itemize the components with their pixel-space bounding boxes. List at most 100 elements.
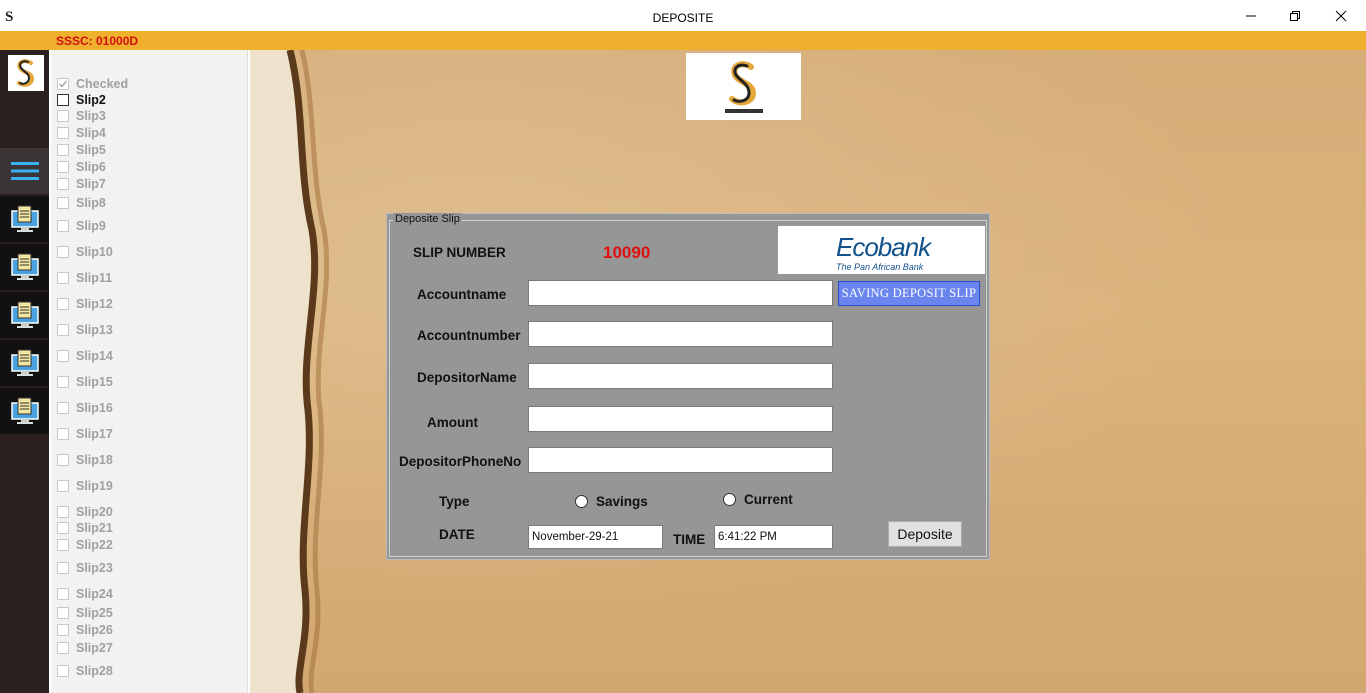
accountnumber-input[interactable] xyxy=(528,321,833,347)
slip-item[interactable]: Slip13 xyxy=(57,322,113,338)
slip-checkbox[interactable] xyxy=(57,127,69,139)
slip-checkbox[interactable] xyxy=(57,624,69,636)
slip-item[interactable]: Slip6 xyxy=(57,159,106,175)
nav-button-2[interactable] xyxy=(0,244,49,290)
slip-checkbox[interactable] xyxy=(57,272,69,284)
slip-checkbox[interactable] xyxy=(57,220,69,232)
amount-input[interactable] xyxy=(528,406,833,432)
slip-checkbox[interactable] xyxy=(57,665,69,677)
slip-item[interactable]: Slip19 xyxy=(57,478,113,494)
slip-item[interactable]: Slip3 xyxy=(57,108,106,124)
minimize-button[interactable] xyxy=(1228,0,1274,31)
slip-item[interactable]: Slip27 xyxy=(57,640,113,656)
nav-button-3[interactable] xyxy=(0,292,49,338)
slip-checkbox[interactable] xyxy=(57,178,69,190)
slip-item[interactable]: Slip23 xyxy=(57,560,113,576)
slip-checkbox[interactable] xyxy=(57,480,69,492)
slip-item[interactable]: Slip18 xyxy=(57,452,113,468)
slip-label: Slip25 xyxy=(76,606,113,620)
type-label: Type xyxy=(439,494,470,509)
computer-document-icon xyxy=(10,349,39,376)
slip-item[interactable]: Slip26 xyxy=(57,622,113,638)
slip-item[interactable]: Slip17 xyxy=(57,426,113,442)
slip-item[interactable]: Slip24 xyxy=(57,586,113,602)
slip-checkbox[interactable] xyxy=(57,607,69,619)
checkbox-checked[interactable] xyxy=(57,78,69,90)
menu-button[interactable] xyxy=(0,148,49,194)
slip-checkbox[interactable] xyxy=(57,350,69,362)
slip-checkbox[interactable] xyxy=(57,402,69,414)
slip-label: Slip18 xyxy=(76,453,113,467)
phone-label: DepositorPhoneNo xyxy=(399,454,522,469)
depositorname-input[interactable] xyxy=(528,363,833,389)
slip-item[interactable]: Slip21 xyxy=(57,520,113,536)
radio-circle[interactable] xyxy=(575,495,588,508)
slip-item[interactable]: Slip9 xyxy=(57,218,106,234)
close-button[interactable] xyxy=(1318,0,1364,31)
slip-checkbox[interactable] xyxy=(57,144,69,156)
slip-label: Slip26 xyxy=(76,623,113,637)
slip-checkbox[interactable] xyxy=(57,642,69,654)
slip-item[interactable]: Slip5 xyxy=(57,142,106,158)
accountnumber-label: Accountnumber xyxy=(417,328,521,343)
nav-button-4[interactable] xyxy=(0,340,49,386)
slip-item[interactable]: Slip20 xyxy=(57,504,113,520)
slip-checkbox[interactable] xyxy=(57,94,69,106)
slip-checkbox[interactable] xyxy=(57,376,69,388)
slip-label: Slip21 xyxy=(76,521,113,535)
saving-deposit-slip-button[interactable]: SAVING DEPOSIT SLIP xyxy=(838,281,980,306)
slip-label: Slip9 xyxy=(76,219,106,233)
slip-number-value: 10090 xyxy=(603,243,651,262)
slip-item[interactable]: Slip7 xyxy=(57,176,106,192)
slip-checkbox[interactable] xyxy=(57,110,69,122)
slip-item[interactable]: Slip11 xyxy=(57,270,112,286)
time-field[interactable] xyxy=(714,525,833,549)
depositorname-label: DepositorName xyxy=(417,370,517,385)
slip-checkbox[interactable] xyxy=(57,197,69,209)
slip-item[interactable]: Slip8 xyxy=(57,195,106,211)
nav-button-1[interactable] xyxy=(0,196,49,242)
slip-checkbox[interactable] xyxy=(57,161,69,173)
slip-checkbox[interactable] xyxy=(57,298,69,310)
slip-checkbox[interactable] xyxy=(57,506,69,518)
date-label: DATE xyxy=(439,527,475,542)
radio-circle[interactable] xyxy=(723,493,736,506)
slip-checkbox[interactable] xyxy=(57,428,69,440)
slip-checkbox[interactable] xyxy=(57,454,69,466)
brand-logo-icon xyxy=(17,59,35,87)
radio-savings[interactable]: Savings xyxy=(575,494,648,509)
slip-label: Slip2 xyxy=(76,93,106,107)
brand-logo-icon xyxy=(724,60,763,113)
phone-input[interactable] xyxy=(528,447,833,473)
slip-item[interactable]: Slip28 xyxy=(57,663,113,679)
slip-checkbox[interactable] xyxy=(57,324,69,336)
slip-item[interactable]: Slip15 xyxy=(57,374,113,390)
slip-item[interactable]: Slip22 xyxy=(57,537,113,553)
nav-button-5[interactable] xyxy=(0,388,49,434)
slip-item[interactable]: Slip10 xyxy=(57,244,113,260)
slip-label: Slip12 xyxy=(76,297,113,311)
slip-item[interactable]: Slip2 xyxy=(57,92,106,108)
slip-label: Slip28 xyxy=(76,664,113,678)
slip-item[interactable]: Slip14 xyxy=(57,348,113,364)
slip-checklist: Checked Slip2 Slip3 Slip4 Slip5 Slip6 Slip7 Sl… xyxy=(51,50,248,693)
bank-name: Ecobank xyxy=(836,232,931,262)
slip-checkbox[interactable] xyxy=(57,246,69,258)
slip-item[interactable]: Slip25 xyxy=(57,605,113,621)
slip-item[interactable]: Slip12 xyxy=(57,296,113,312)
checked-header[interactable]: Checked xyxy=(57,76,128,92)
slip-item[interactable]: Slip4 xyxy=(57,125,106,141)
window-title: DEPOSITE xyxy=(652,11,714,25)
slip-checkbox[interactable] xyxy=(57,562,69,574)
slip-checkbox[interactable] xyxy=(57,539,69,551)
date-field[interactable] xyxy=(528,525,663,549)
slip-checkbox[interactable] xyxy=(57,588,69,600)
slip-item[interactable]: Slip16 xyxy=(57,400,113,416)
time-label: TIME xyxy=(673,532,706,547)
restore-button[interactable] xyxy=(1272,0,1318,31)
amount-label: Amount xyxy=(427,415,478,430)
slip-checkbox[interactable] xyxy=(57,522,69,534)
radio-current[interactable]: Current xyxy=(723,492,793,507)
deposite-button[interactable]: Deposite xyxy=(888,521,962,547)
accountname-input[interactable] xyxy=(528,280,833,306)
